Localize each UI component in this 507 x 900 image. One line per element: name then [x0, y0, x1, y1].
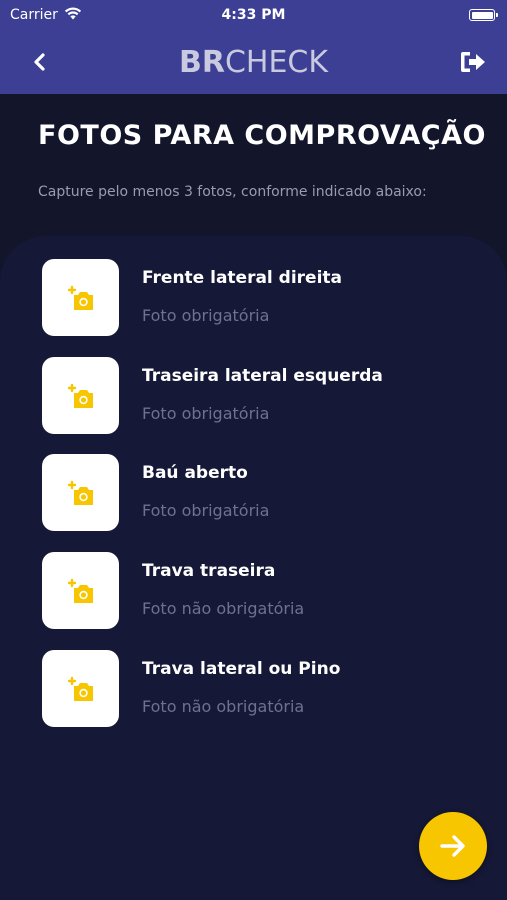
add-photo-button[interactable] [42, 259, 119, 336]
photo-item-traseira-lateral-esquerda[interactable]: Traseira lateral esquerda Foto obrigatór… [42, 357, 482, 435]
photo-item-texts: Trava lateral ou Pino Foto não obrigatór… [142, 650, 340, 716]
photo-item-label: Trava lateral ou Pino [142, 659, 341, 679]
photo-item-texts: Frente lateral direita Foto obrigatória [142, 259, 342, 325]
chevron-left-icon [34, 53, 45, 71]
photo-item-trava-traseira[interactable]: Trava traseira Foto não obrigatória [42, 552, 482, 630]
page-subtitle: Capture pelo menos 3 fotos, conforme ind… [38, 184, 427, 200]
add-photo-button[interactable] [42, 650, 119, 727]
photo-item-label: Baú aberto [142, 463, 248, 483]
nav-bar: BRCHECK [0, 30, 507, 94]
add-photo-button[interactable] [42, 552, 119, 629]
photo-item-status: Foto não obrigatória [142, 599, 305, 618]
logout-icon [461, 52, 485, 72]
photo-item-texts: Trava traseira Foto não obrigatória [142, 552, 304, 618]
photo-item-status: Foto obrigatória [142, 404, 270, 423]
battery-icon [469, 9, 498, 21]
photo-item-status: Foto obrigatória [142, 306, 270, 325]
status-bar: Carrier 4:33 PM [0, 0, 507, 30]
photo-item-texts: Baú aberto Foto obrigatória [142, 454, 269, 520]
arrow-right-icon [440, 835, 465, 857]
logout-button[interactable] [455, 44, 491, 80]
add-photo-icon [67, 383, 93, 408]
add-photo-icon [67, 285, 93, 310]
back-button[interactable] [22, 44, 58, 80]
add-photo-icon [67, 578, 93, 603]
photo-item-label: Traseira lateral esquerda [142, 366, 383, 386]
add-photo-icon [67, 676, 93, 701]
brand-logo: BRCHECK [0, 45, 507, 80]
carrier-label: Carrier [10, 7, 58, 23]
photo-item-label: Frente lateral direita [142, 268, 343, 288]
brand-light: CHECK [224, 44, 329, 80]
photo-item-status: Foto obrigatória [142, 501, 270, 520]
page-title: FOTOS PARA COMPROVAÇÃO [38, 120, 486, 151]
photo-item-trava-lateral-ou-pino[interactable]: Trava lateral ou Pino Foto não obrigatór… [42, 650, 482, 728]
next-button[interactable] [419, 812, 487, 880]
photo-item-label: Trava traseira [142, 561, 276, 581]
wifi-icon [64, 6, 82, 24]
add-photo-button[interactable] [42, 454, 119, 531]
brand-bold: BR [178, 44, 225, 80]
photo-item-frente-lateral-direita[interactable]: Frente lateral direita Foto obrigatória [42, 259, 482, 337]
photo-item-bau-aberto[interactable]: Baú aberto Foto obrigatória [42, 454, 482, 532]
status-left: Carrier [10, 6, 82, 24]
add-photo-button[interactable] [42, 357, 119, 434]
add-photo-icon [67, 480, 93, 505]
photo-item-status: Foto não obrigatória [142, 697, 305, 716]
photo-item-texts: Traseira lateral esquerda Foto obrigatór… [142, 357, 383, 423]
